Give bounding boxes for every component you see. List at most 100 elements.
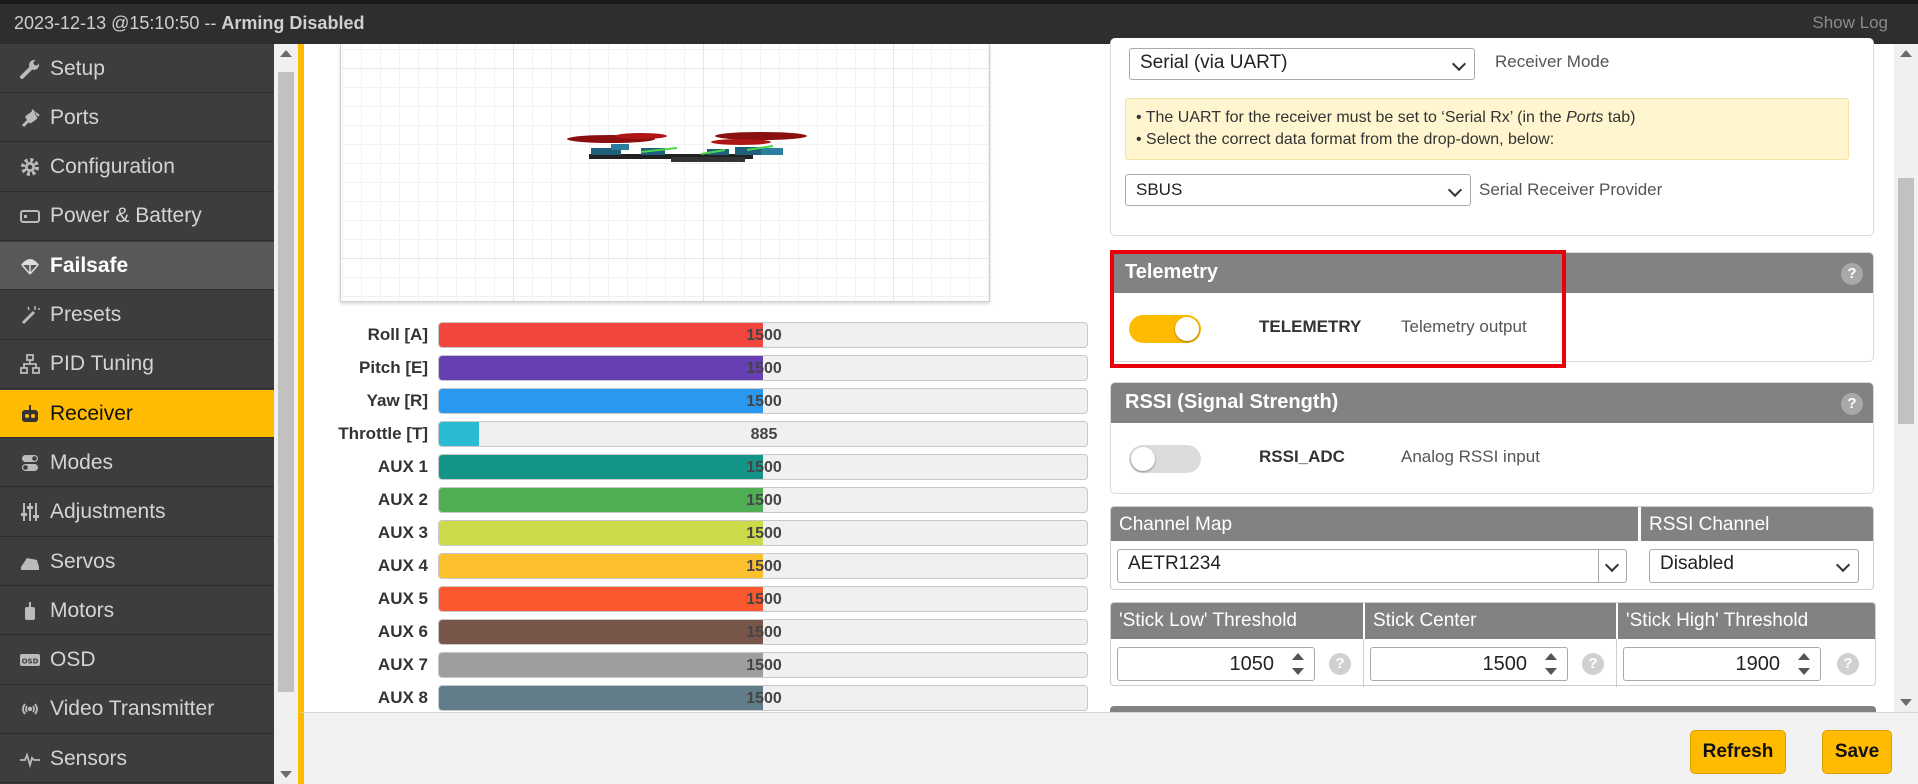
wrench-icon (18, 57, 42, 81)
channel-name: Pitch [E] (359, 358, 428, 377)
sidebar-item-configuration[interactable]: Configuration (0, 144, 274, 192)
receiver-config-panel: Serial (via UART) Receiver Mode • The UA… (1110, 38, 1874, 236)
chevron-down-icon (1451, 56, 1467, 72)
sidebar-item-setup[interactable]: Setup (0, 45, 274, 93)
sidebar-item-sensors[interactable]: Sensors (0, 735, 274, 784)
stick-high-input[interactable]: 1900 (1623, 647, 1821, 681)
magic-wand-icon (18, 303, 42, 327)
osd-icon: OSD (18, 648, 42, 672)
serial-provider-label: Serial Receiver Provider (1479, 180, 1663, 199)
scroll-down-arrow-icon[interactable] (280, 771, 292, 778)
channel-name: Throttle [T] (338, 424, 428, 443)
sidebar-nav: Setup Ports Configuration Power & Battery Fa… (0, 44, 274, 784)
channel-value: 1500 (746, 690, 782, 707)
content-scrollbar[interactable] (1894, 44, 1918, 712)
channel-name: AUX 2 (377, 490, 428, 509)
stick-center-spinner[interactable] (1544, 651, 1558, 677)
content-toolbar: Refresh Save (298, 712, 1918, 784)
channel-map-value: AETR1234 (1128, 553, 1221, 574)
rssi-channel-select[interactable]: Disabled (1649, 549, 1859, 583)
sidebar-item-failsafe[interactable]: Failsafe (0, 242, 274, 291)
sidebar-item-ports[interactable]: Ports (0, 94, 274, 143)
sidebar-item-video-transmitter[interactable]: Video Transmitter (0, 686, 274, 734)
sitemap-icon (18, 352, 42, 376)
help-icon[interactable]: ? (1329, 653, 1351, 675)
channel-name: AUX 7 (377, 655, 428, 674)
channel-row: AUX 4 1500 (304, 553, 1088, 579)
help-icon[interactable]: ? (1582, 653, 1604, 675)
channel-meter: 1500 (438, 652, 1088, 678)
sidebar-item-servos[interactable]: Servos (0, 538, 274, 586)
sidebar-item-motors[interactable]: Motors (0, 587, 274, 636)
serial-provider-value: SBUS (1136, 180, 1183, 199)
serial-provider-select[interactable]: SBUS (1125, 174, 1471, 206)
note-suffix: tab) (1603, 109, 1636, 126)
help-icon[interactable]: ? (1841, 263, 1863, 285)
channel-meter: 1500 (438, 388, 1088, 414)
stick-center-input[interactable]: 1500 (1370, 647, 1568, 681)
scroll-up-arrow-icon[interactable] (280, 50, 292, 57)
channel-row: AUX 3 1500 (304, 520, 1088, 546)
channel-meter: 1500 (438, 553, 1088, 579)
sidebar-item-power-battery[interactable]: Power & Battery (0, 193, 274, 241)
scrollbar-thumb[interactable] (1898, 178, 1914, 424)
sidebar-item-adjustments[interactable]: Adjustments (0, 489, 274, 537)
chevron-down-icon (1447, 182, 1463, 198)
sidebar-item-label: Presets (50, 303, 122, 326)
channel-map-input[interactable]: AETR1234 (1117, 549, 1627, 583)
channel-value: 1500 (746, 657, 782, 674)
sidebar-scrollbar[interactable] (274, 44, 298, 784)
channel-meter: 885 (438, 421, 1088, 447)
stick-low-spinner[interactable] (1291, 651, 1305, 677)
channel-row: Roll [A] 1500 (304, 322, 1088, 348)
channel-meter: 1500 (438, 586, 1088, 612)
arming-status: Arming Disabled (221, 13, 365, 33)
channel-value: 1500 (746, 459, 782, 476)
channel-value: 1500 (746, 591, 782, 608)
channel-name: Yaw [R] (366, 391, 428, 410)
sidebar-item-label: Video Transmitter (50, 697, 215, 721)
sidebar-item-presets[interactable]: Presets (0, 292, 274, 340)
quadcopter-model-icon (567, 132, 807, 162)
note-line-1: • The UART for the receiver must be set … (1136, 107, 1838, 129)
broadcast-icon (18, 697, 42, 721)
sidebar-item-osd[interactable]: OSD OSD (0, 637, 274, 685)
scroll-down-arrow-icon[interactable] (1900, 699, 1912, 706)
help-icon[interactable]: ? (1837, 653, 1859, 675)
ports-link: Ports (1566, 109, 1604, 126)
sidebar-item-label: Modes (50, 450, 114, 474)
stick-low-input[interactable]: 1050 (1117, 647, 1315, 681)
channel-name: AUX 3 (377, 523, 428, 542)
scrollbar-thumb[interactable] (278, 72, 294, 692)
receiver-tab-content: Roll [A] 1500 Pitch [E] 1500 Yaw [R] 1500 Thro… (298, 38, 1894, 714)
channel-value: 1500 (746, 558, 782, 575)
show-log-link[interactable]: Show Log (1812, 13, 1888, 33)
sidebar-item-label: Servos (50, 549, 116, 573)
channel-map-header: Channel Map (1111, 507, 1638, 541)
sidebar-item-modes[interactable]: Modes (0, 439, 274, 488)
sidebar-item-label: Setup (50, 56, 105, 80)
channel-name: AUX 1 (377, 457, 428, 476)
channel-meter: 1500 (438, 322, 1088, 348)
receiver-mode-select[interactable]: Serial (via UART) (1129, 48, 1475, 80)
help-icon[interactable]: ? (1841, 393, 1863, 415)
save-button[interactable]: Save (1822, 730, 1892, 774)
channel-value: 1500 (746, 360, 782, 377)
stick-high-spinner[interactable] (1797, 651, 1811, 677)
highlight-box (1110, 250, 1566, 368)
channel-meter: 1500 (438, 619, 1088, 645)
channel-meter: 1500 (438, 355, 1088, 381)
scroll-up-arrow-icon[interactable] (1900, 50, 1912, 57)
sidebar-item-receiver[interactable]: Receiver (0, 390, 274, 439)
stick-thresholds-table: 'Stick Low' Threshold Stick Center 'Stic… (1110, 602, 1876, 687)
channel-row: AUX 1 1500 (304, 454, 1088, 480)
sidebar-item-pid-tuning[interactable]: PID Tuning (0, 341, 274, 389)
rssi-toggle[interactable] (1129, 445, 1201, 473)
model-preview (340, 44, 990, 302)
refresh-button[interactable]: Refresh (1690, 730, 1786, 774)
status-timestamp: 2023-12-13 @15:10:50 -- (14, 13, 217, 33)
channel-value: 1500 (746, 525, 782, 542)
channel-name: AUX 4 (377, 556, 428, 575)
toggles-icon (18, 451, 42, 475)
rssi-channel-value: Disabled (1660, 553, 1734, 574)
